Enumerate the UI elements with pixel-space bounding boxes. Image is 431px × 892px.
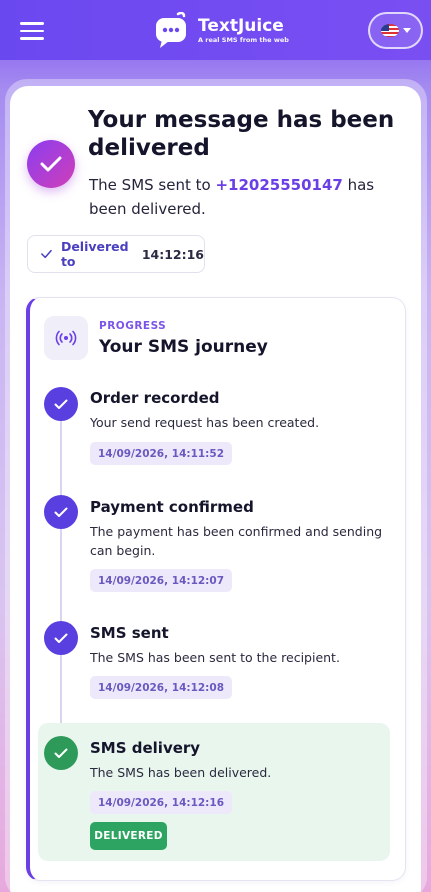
step-title: Order recorded bbox=[90, 389, 220, 407]
delivered-time-pill: Delivered to 14:12:16 bbox=[27, 235, 205, 273]
success-check-icon bbox=[27, 140, 75, 188]
delivered-time: 14:12:16 bbox=[141, 246, 204, 262]
recipient-phone: +12025550147 bbox=[215, 176, 343, 194]
step-timestamp: 14/09/2026, 14:12:08 bbox=[90, 676, 232, 699]
delivered-label: Delivered to bbox=[60, 239, 129, 269]
step-check-icon bbox=[44, 736, 78, 770]
status-subtitle: The SMS sent to +12025550147 has been de… bbox=[89, 173, 409, 221]
top-bar: TextJuice A real SMS from the web bbox=[0, 0, 431, 60]
brand-tagline: A real SMS from the web bbox=[198, 36, 289, 44]
step-check-icon bbox=[44, 387, 78, 421]
brand-name: TextJuice bbox=[198, 16, 284, 36]
step-timestamp: 14/09/2026, 14:11:52 bbox=[90, 442, 232, 465]
step-timestamp: 14/09/2026, 14:12:16 bbox=[90, 791, 232, 814]
step-description: The payment has been confirmed and sendi… bbox=[90, 524, 383, 558]
page-title: Your message has been delivered bbox=[88, 107, 395, 161]
subtitle-text: The SMS sent to bbox=[89, 176, 216, 194]
step-description: Your send request has been created. bbox=[90, 415, 320, 430]
journey-kicker: PROGRESS bbox=[99, 320, 167, 332]
step-check-icon bbox=[44, 495, 78, 529]
brand-logo[interactable]: TextJuice A real SMS from the web bbox=[154, 8, 289, 52]
check-icon bbox=[41, 249, 52, 259]
chat-bubble-icon bbox=[154, 11, 190, 48]
journey-title: Your SMS journey bbox=[99, 337, 268, 357]
timeline-line bbox=[60, 418, 62, 748]
step-description: The SMS has been sent to the recipient. bbox=[90, 650, 340, 665]
step-title: Payment confirmed bbox=[90, 498, 254, 516]
hamburger-icon[interactable] bbox=[20, 22, 44, 40]
step-title: SMS sent bbox=[90, 624, 169, 642]
step-check-icon bbox=[44, 621, 78, 655]
chevron-down-icon bbox=[402, 28, 411, 33]
step-title: SMS delivery bbox=[90, 739, 201, 757]
language-selector[interactable] bbox=[368, 12, 423, 49]
status-badge: DELIVERED bbox=[90, 822, 167, 850]
step-timestamp: 14/09/2026, 14:12:07 bbox=[90, 569, 232, 592]
broadcast-icon bbox=[44, 316, 88, 360]
us-flag-icon bbox=[380, 24, 399, 37]
step-description: The SMS has been delivered. bbox=[90, 765, 272, 780]
